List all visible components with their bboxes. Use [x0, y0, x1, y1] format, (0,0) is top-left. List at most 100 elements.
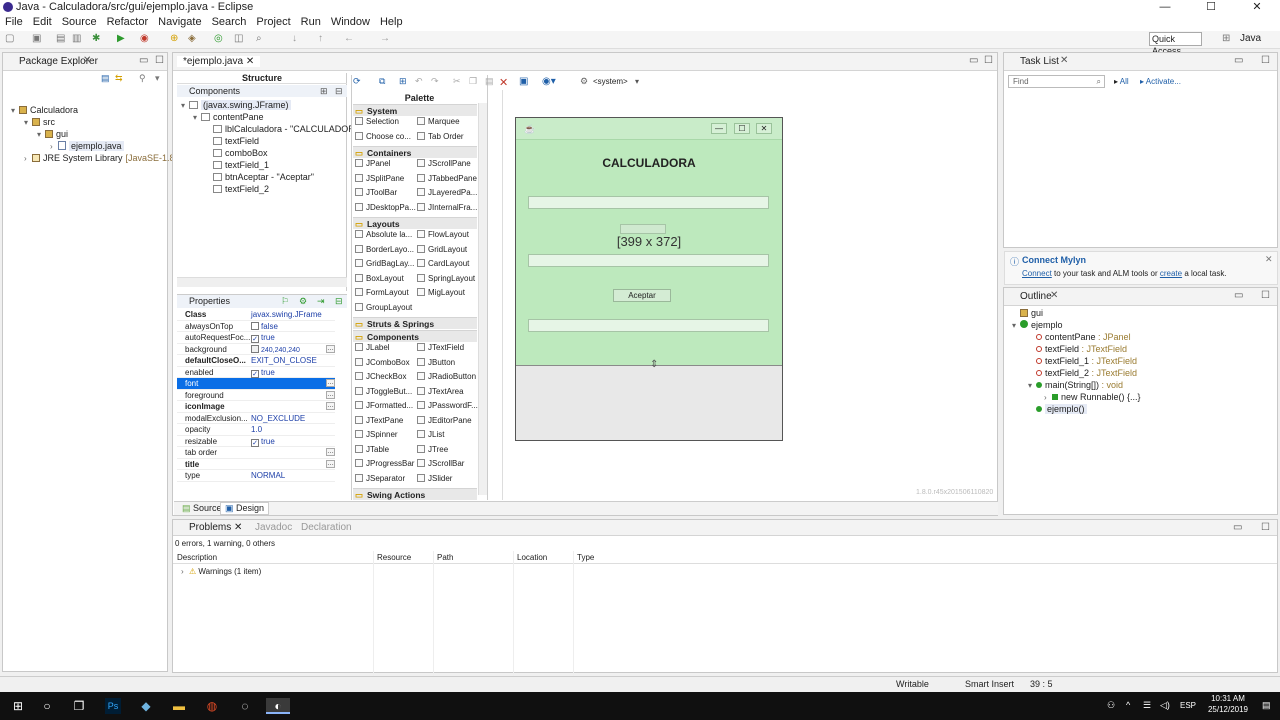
property-row[interactable]: foreground…: [177, 390, 335, 401]
component-tree-item[interactable]: ▾ contentPane: [193, 112, 264, 123]
copy-icon[interactable]: ❐: [469, 76, 477, 87]
horizontal-scrollbar[interactable]: [177, 277, 347, 287]
menu-file[interactable]: File: [0, 15, 28, 31]
palette-item[interactable]: JInternalFra...: [417, 202, 477, 213]
package-explorer-item[interactable]: ▾ src: [24, 117, 55, 128]
menu-run[interactable]: Run: [296, 15, 326, 31]
expand-icon[interactable]: ▾: [37, 129, 45, 140]
maximize-view-icon[interactable]: ☐: [984, 55, 993, 66]
new-java-project-icon[interactable]: ⊕: [170, 33, 180, 44]
palette-item[interactable]: Selection: [355, 117, 399, 127]
expand-icon[interactable]: ▾: [11, 105, 19, 116]
property-value[interactable]: 240,240,240: [251, 344, 300, 356]
editor-tab-ejemplo[interactable]: *ejemplo.java ✕: [177, 56, 261, 67]
ellipsis-button[interactable]: …: [326, 344, 335, 353]
new-file-icon[interactable]: ▢: [5, 33, 15, 44]
lbl-calculadora[interactable]: CALCULADORA: [516, 156, 782, 170]
palette-item[interactable]: MigLayout: [417, 288, 465, 298]
problems-tab[interactable]: Problems ✕: [189, 522, 242, 533]
restore-default-icon[interactable]: ⊟: [335, 296, 343, 307]
search-icon[interactable]: ⌕: [256, 33, 266, 44]
palette-item[interactable]: JRadioButton: [417, 372, 476, 382]
layout-icon[interactable]: ⧉: [379, 76, 385, 87]
ellipsis-button[interactable]: …: [326, 379, 335, 387]
palette-item[interactable]: BorderLayo...: [355, 244, 414, 255]
create-link[interactable]: create: [1160, 269, 1182, 278]
property-row[interactable]: modalExclusion... NO_EXCLUDE: [177, 413, 335, 424]
run-icon[interactable]: ▶: [117, 33, 127, 44]
menu-help[interactable]: Help: [375, 15, 408, 31]
palette-item[interactable]: JButton: [417, 357, 455, 368]
component-tree-item[interactable]: comboBox: [205, 148, 268, 159]
outline-tab[interactable]: Outline ✕ ▭ ☐: [1004, 288, 1277, 306]
palette-item[interactable]: JTable: [355, 444, 389, 455]
property-value[interactable]: ✓ true: [251, 436, 275, 447]
back-icon[interactable]: ←: [344, 33, 354, 44]
palette-group-system[interactable]: ▭ System: [353, 104, 477, 116]
align-icon[interactable]: ⊞: [399, 76, 407, 87]
palette-item[interactable]: JToolBar: [355, 188, 397, 198]
palette-item[interactable]: JSlider: [417, 473, 452, 484]
debug-icon[interactable]: ✱: [92, 33, 102, 44]
palette-item[interactable]: JTree: [417, 444, 448, 455]
test-gui-icon[interactable]: ⟳: [353, 76, 361, 87]
quick-access-input[interactable]: Quick Access: [1149, 32, 1202, 56]
menu-refactor[interactable]: Refactor: [102, 15, 154, 31]
delete-icon[interactable]: ✕: [499, 76, 508, 89]
outline-item[interactable]: › new Runnable() {...}: [1044, 392, 1141, 403]
maximize-button[interactable]: ☐: [1188, 0, 1234, 15]
expand-all-icon[interactable]: ⊞: [320, 86, 328, 97]
property-row[interactable]: autoRequestFoc... ✓ true: [177, 332, 335, 344]
outline-item[interactable]: textField : JTextField: [1028, 344, 1127, 355]
people-icon[interactable]: ⚇: [1107, 700, 1115, 711]
color-swatch[interactable]: [251, 344, 259, 353]
package-explorer-item[interactable]: › JRE System Library [JavaSE-1.8]: [24, 153, 177, 164]
jframe-preview[interactable]: ☕ — ☐ ✕ CALCULADORA [399 x 372] Aceptar …: [515, 117, 783, 441]
menu-source[interactable]: Source: [57, 15, 102, 31]
outline-item[interactable]: ▾ main(String[]) : void: [1028, 380, 1123, 391]
palette-item[interactable]: Marquee: [417, 117, 460, 127]
palette-item[interactable]: JSeparator: [355, 473, 405, 484]
property-value[interactable]: NORMAL: [251, 470, 285, 481]
palette-group-containers[interactable]: ▭ Containers: [353, 146, 477, 158]
view-menu-icon[interactable]: ▾: [155, 73, 160, 84]
palette-item[interactable]: JTabbedPane: [417, 173, 477, 184]
filter-icon[interactable]: ⚲: [139, 73, 146, 84]
close-icon[interactable]: ✕: [83, 55, 91, 66]
save-icon[interactable]: ▣: [32, 33, 42, 44]
show-events-icon[interactable]: ⚐: [281, 296, 289, 307]
save-all-icon[interactable]: ▤: [56, 33, 66, 44]
palette-item[interactable]: Absolute la...: [355, 230, 412, 240]
ellipsis-button[interactable]: …: [326, 402, 335, 410]
checkbox[interactable]: [251, 321, 259, 330]
expand-icon[interactable]: ›: [24, 153, 32, 164]
all-link[interactable]: ▸ All: [1114, 77, 1129, 86]
property-value[interactable]: ✓ true: [251, 367, 275, 378]
combo-box[interactable]: [620, 224, 666, 234]
property-row[interactable]: iconImage…: [177, 401, 335, 413]
maximize-view-icon[interactable]: ☐: [1261, 290, 1270, 301]
property-row[interactable]: alwaysOnTop false: [177, 321, 335, 332]
column-header-path[interactable]: Path: [437, 553, 453, 562]
look-and-feel-select[interactable]: <system>: [593, 77, 628, 86]
external-tools-icon[interactable]: ◉: [140, 33, 150, 44]
palette-item[interactable]: JTextField: [417, 343, 464, 353]
expand-icon[interactable]: ▾: [193, 112, 201, 123]
column-header-description[interactable]: Description: [177, 553, 217, 562]
minimize-button[interactable]: —: [1142, 0, 1188, 15]
column-header-type[interactable]: Type: [577, 553, 594, 562]
palette-item[interactable]: BoxLayout: [355, 273, 404, 284]
checkbox[interactable]: ✓: [251, 335, 259, 343]
palette-item[interactable]: JList: [417, 430, 444, 440]
property-row[interactable]: background 240,240,240…: [177, 344, 335, 356]
palette-item[interactable]: CardLayout: [417, 259, 469, 269]
next-annotation-icon[interactable]: ↓: [292, 33, 302, 44]
palette-item[interactable]: JLabel: [355, 343, 390, 353]
menu-project[interactable]: Project: [251, 15, 295, 31]
search-icon[interactable]: ○: [39, 698, 55, 714]
print-icon[interactable]: ▥: [72, 33, 82, 44]
component-tree-item[interactable]: btnAceptar - "Aceptar": [205, 172, 314, 183]
resize-handle-icon[interactable]: ⇕: [650, 359, 658, 370]
menu-navigate[interactable]: Navigate: [153, 15, 206, 31]
checkbox[interactable]: ✓: [251, 369, 259, 378]
